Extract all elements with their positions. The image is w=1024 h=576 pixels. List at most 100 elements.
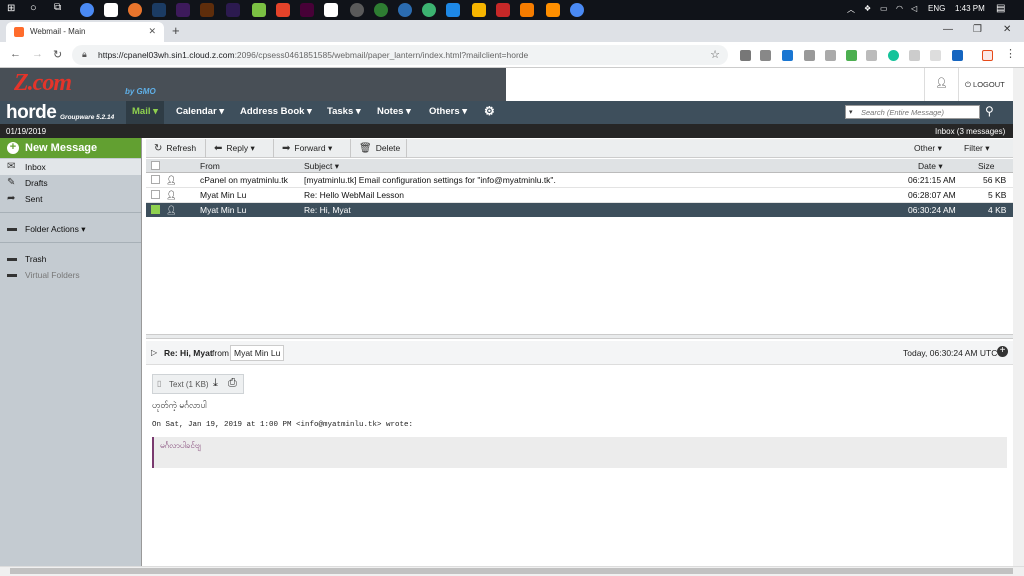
- app4-taskbar-icon[interactable]: [374, 3, 388, 17]
- reply-button[interactable]: ⬅ Reply ▾: [206, 139, 274, 158]
- folder-trash[interactable]: ▬ Trash: [0, 251, 141, 267]
- bookmark-star-icon[interactable]: ☆: [710, 48, 720, 61]
- column-from[interactable]: From: [200, 161, 220, 171]
- settings-gear-icon[interactable]: ⚙: [484, 101, 495, 124]
- search-icon[interactable]: ⚲: [985, 104, 994, 118]
- tray-chevron-icon[interactable]: ︿: [847, 4, 855, 15]
- download-icon[interactable]: ⤓: [213, 377, 218, 390]
- menu-others[interactable]: Others ▾: [429, 101, 467, 124]
- back-arrow-icon[interactable]: ←: [10, 48, 21, 60]
- extension-green-icon[interactable]: [846, 50, 857, 61]
- extension-grey2-icon[interactable]: [866, 50, 877, 61]
- app7-taskbar-icon[interactable]: [520, 3, 534, 17]
- print-icon[interactable]: ⎙: [228, 377, 237, 390]
- column-date[interactable]: Date ▾: [918, 161, 943, 172]
- language-indicator[interactable]: ENG: [928, 4, 945, 13]
- illustrator-taskbar-icon[interactable]: [200, 3, 214, 17]
- firefox-taskbar-icon[interactable]: [128, 3, 142, 17]
- new-tab-button[interactable]: +: [172, 23, 180, 38]
- row-checkbox[interactable]: [151, 190, 160, 199]
- refresh-button[interactable]: ↻ Refresh: [146, 139, 206, 158]
- app6-taskbar-icon[interactable]: [472, 3, 486, 17]
- folder-drafts[interactable]: ✎ Drafts: [0, 175, 141, 191]
- column-subject[interactable]: Subject ▾: [304, 161, 339, 172]
- folder-inbox[interactable]: ✉ Inbox: [0, 159, 141, 175]
- windows-start-icon[interactable]: ⊞: [7, 3, 15, 14]
- facebook-ext-icon[interactable]: [825, 50, 836, 61]
- reload-icon[interactable]: ↻: [53, 48, 62, 61]
- select-all-checkbox[interactable]: [151, 161, 160, 170]
- app-taskbar-icon[interactable]: [276, 3, 290, 17]
- extension-gray-icon[interactable]: [804, 50, 815, 61]
- browser-tab[interactable]: Webmail - Main ✕: [6, 22, 164, 42]
- extension-orange-icon[interactable]: [982, 50, 993, 61]
- delete-button[interactable]: 🗑︎ Delete: [351, 139, 407, 158]
- logout-button[interactable]: ⏻︎ LOGOUT: [958, 68, 1014, 101]
- expand-headers-icon[interactable]: +: [997, 346, 1008, 357]
- message-row[interactable]: 👤︎ cPanel on myatminlu.tk [myatminlu.tk]…: [146, 173, 1013, 188]
- chrome-taskbar-icon[interactable]: [80, 3, 94, 17]
- menu-tasks[interactable]: Tasks ▾: [327, 101, 361, 124]
- folder-actions[interactable]: ▬ Folder Actions ▾: [0, 221, 141, 237]
- xd-taskbar-icon[interactable]: [300, 3, 314, 17]
- chrome-menu-icon[interactable]: ⋮: [1005, 47, 1016, 60]
- row-checkbox-checked[interactable]: [151, 205, 160, 214]
- extension-info-icon[interactable]: [782, 50, 793, 61]
- vscode-taskbar-icon[interactable]: [446, 3, 460, 17]
- filezilla-taskbar-icon[interactable]: [496, 3, 510, 17]
- clock[interactable]: 1:43 PM: [955, 4, 985, 13]
- app5-taskbar-icon[interactable]: [422, 3, 436, 17]
- vertical-scrollbar[interactable]: [1013, 68, 1024, 566]
- search-dropdown-icon[interactable]: ▾: [849, 108, 853, 116]
- app2-taskbar-icon[interactable]: [324, 3, 338, 17]
- dropbox-tray-icon[interactable]: ❖: [864, 4, 871, 13]
- camtasia-taskbar-icon[interactable]: [252, 3, 266, 17]
- menu-mail[interactable]: Mail ▾: [126, 101, 164, 124]
- wordpress-taskbar-icon[interactable]: [398, 3, 412, 17]
- notification-icon[interactable]: ▤: [996, 3, 1005, 14]
- menu-address-book[interactable]: Address Book ▾: [240, 101, 312, 124]
- search-circle-icon[interactable]: ○: [30, 2, 37, 14]
- message-row[interactable]: 👤︎ Myat Min Lu Re: Hello WebMail Lesson …: [146, 188, 1013, 203]
- premiere-taskbar-icon[interactable]: [176, 3, 190, 17]
- menu-notes[interactable]: Notes ▾: [377, 101, 411, 124]
- url-text[interactable]: https://cpanel03wh.sin1.cloud.z.com:2096…: [98, 50, 528, 60]
- column-size[interactable]: Size: [978, 161, 995, 171]
- search-input[interactable]: [861, 107, 977, 118]
- aftereffects-taskbar-icon[interactable]: [226, 3, 240, 17]
- restore-icon[interactable]: ❐: [973, 24, 982, 35]
- menu-calendar[interactable]: Calendar ▾: [176, 101, 224, 124]
- user-icon[interactable]: 👤︎: [924, 68, 958, 101]
- battery-icon[interactable]: ▭: [880, 4, 888, 13]
- folder-sent[interactable]: ➦ Sent: [0, 191, 141, 207]
- app3-taskbar-icon[interactable]: [350, 3, 364, 17]
- extension-icon[interactable]: [740, 50, 751, 61]
- horizontal-scrollbar-thumb[interactable]: [10, 568, 1013, 574]
- new-message-button[interactable]: + New Message: [0, 138, 141, 158]
- photoshop-taskbar-icon[interactable]: [152, 3, 166, 17]
- cast-icon[interactable]: [760, 50, 771, 61]
- address-bar[interactable]: 🔒︎ https://cpanel03wh.sin1.cloud.z.com:2…: [72, 45, 728, 65]
- volume-icon[interactable]: ◁: [911, 4, 917, 13]
- expand-triangle-icon[interactable]: ▷: [151, 348, 157, 357]
- sender-badge[interactable]: Myat Min Lu: [230, 345, 285, 361]
- extension-grey3-icon[interactable]: [909, 50, 920, 61]
- minimize-icon[interactable]: —: [943, 24, 953, 35]
- other-dropdown[interactable]: Other ▾: [914, 139, 942, 158]
- search-box[interactable]: ▾: [845, 105, 980, 119]
- task-view-icon[interactable]: ⧉: [54, 2, 61, 13]
- virtual-folders[interactable]: ▬ Virtual Folders: [0, 267, 141, 283]
- vlc-taskbar-icon[interactable]: [546, 3, 560, 17]
- message-row-selected[interactable]: 👤︎ Myat Min Lu Re: Hi, Myat 06:30:24 AM …: [146, 203, 1013, 218]
- chrome2-taskbar-icon[interactable]: [570, 3, 584, 17]
- notepad-taskbar-icon[interactable]: [104, 3, 118, 17]
- forward-arrow-icon[interactable]: →: [32, 48, 43, 60]
- row-checkbox[interactable]: [151, 175, 160, 184]
- close-tab-icon[interactable]: ✕: [148, 26, 156, 37]
- grammarly-icon[interactable]: [888, 50, 899, 61]
- forward-button[interactable]: ➡ Forward ▾: [274, 139, 351, 158]
- extension-arrow-icon[interactable]: [952, 50, 963, 61]
- close-window-icon[interactable]: ✕: [1003, 24, 1011, 35]
- extension-text-icon[interactable]: [930, 50, 941, 61]
- wifi-icon[interactable]: ◠: [896, 4, 903, 13]
